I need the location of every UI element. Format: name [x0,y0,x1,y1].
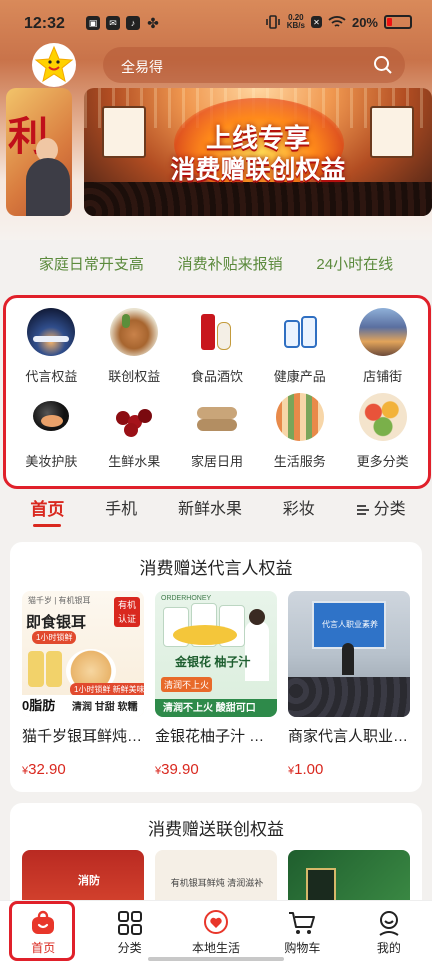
product-image: 猫千岁 | 有机银耳 有机 认证 即食银耳 1小时锁鲜 1小时锁鲜 新鲜美味 0脂… [22,591,144,717]
category-beauty[interactable]: 美妆护肤 [10,393,93,478]
more-categories-icon [358,393,407,441]
category-more[interactable]: 更多分类 [341,393,424,478]
nav-categories[interactable]: 分类 [86,901,172,964]
nav-profile[interactable]: 我的 [346,901,432,964]
category-tabs: 首页 手机 新鲜水果 彩妆 分类 [0,490,432,530]
category-panel: 代言权益 联创权益 食品酒饮 健康产品 店铺街 美妆护肤 生鲜水果 家居日用 生… [3,295,431,489]
feature-text: 家庭日常开支高 [38,255,144,273]
product-card[interactable]: ORDERHONEY 金银花 柚子汁 清润不上火 清润不上火 酸甜可口 金银花柚… [155,591,277,778]
home-indicator[interactable] [148,957,284,961]
tab-categories[interactable]: 分类 [356,493,406,527]
cart-icon [289,912,316,934]
product-name: 猫千岁银耳鲜炖即食… [22,728,144,745]
banner-subtitle: 消费赠联创权益 [170,156,346,184]
search-input[interactable]: 全易得 [121,57,163,77]
tab-phones[interactable]: 手机 [105,493,137,527]
liquor-bottle-icon [192,308,241,356]
nav-local-life[interactable]: 本地生活 [173,901,259,964]
food-bowl-icon [110,308,159,356]
tab-home[interactable]: 首页 [30,493,64,527]
towels-icon [192,393,241,441]
star-logo-icon [34,45,74,83]
cosmetic-compact-icon [27,393,76,441]
endorser-section: 消费赠送代言人权益 猫千岁 | 有机银耳 有机 认证 即食银耳 1小时锁鲜 1小时… [10,542,422,792]
supplement-bottles-icon [275,308,324,356]
tab-fresh-fruit[interactable]: 新鲜水果 [178,493,242,527]
feature-text: 24小时在线 [316,255,394,273]
mail-icon: ✉ [106,16,120,30]
heart-pin-icon [204,910,229,934]
category-food-drinks[interactable]: 食品酒饮 [176,308,259,393]
status-time: 12:32 [24,15,65,32]
city-night-icon [27,308,76,356]
product-price: ¥1.00 [288,761,324,778]
search-icon[interactable] [373,55,393,75]
cherries-icon [110,393,159,441]
product-card[interactable]: 猫千岁 | 有机银耳 有机 认证 即食银耳 1小时锁鲜 1小时锁鲜 新鲜美味 0脂… [22,591,144,778]
profile-icon [379,911,399,936]
search-bar[interactable]: 全易得 [103,47,405,83]
clover-icon: ✤ [147,14,159,31]
tiktok-icon: ♪ [126,16,140,30]
product-price: ¥39.90 [155,761,199,778]
category-shop-street[interactable]: 店铺街 [341,308,424,393]
no-sim-icon: ✕ [310,16,322,28]
product-name: 商家代言人职业素养… [288,728,410,745]
app-logo[interactable] [32,43,76,87]
product-name: 金银花柚子汁 … [155,728,265,745]
notification-icons: ▣ ✉ ♪ ✤ [86,14,160,31]
feature-strip: 家庭日常开支高 消费补贴来报销 24小时在线 [0,240,432,286]
gallery-icon: ▣ [86,16,100,30]
feature-text: 消费补贴来报销 [177,255,283,273]
shop-street-icon [358,308,407,356]
product-price: ¥32.90 [22,761,66,778]
category-lianchuang[interactable]: 联创权益 [93,308,176,393]
promo-banner[interactable]: 上线专享 消费赠联创权益 [84,88,432,216]
wifi-icon [328,16,346,27]
menu-icon [356,505,369,515]
category-home-goods[interactable]: 家居日用 [176,393,259,478]
status-bar: 12:32 ▣ ✉ ♪ ✤ 0.20 KB/s ✕ 20% [0,0,432,46]
home-highlight-frame [9,901,75,961]
vibrate-icon [265,15,280,29]
supermarket-icon [275,393,324,441]
section-title: 消费赠送代言人权益 [139,559,293,578]
product-card[interactable]: 代言人职业素养 商家代言人职业素养… ¥1.00 [288,591,410,778]
system-status: 0.20 KB/s ✕ 20% [265,14,412,30]
category-daiyan[interactable]: 代言权益 [10,308,93,393]
crowd-graphic [84,182,432,216]
product-image: ORDERHONEY 金银花 柚子汁 清润不上火 清润不上火 酸甜可口 [155,591,277,717]
tab-makeup[interactable]: 彩妆 [283,493,315,527]
net-speed: 0.20 KB/s [286,13,305,30]
grid-icon [117,911,142,935]
section-title: 消费赠送联创权益 [148,820,284,839]
banner-previous-slide[interactable]: 利 [6,88,72,216]
category-health[interactable]: 健康产品 [258,308,341,393]
partner-section: 消费赠送联创权益 消防 有机银耳鲜炖 清润滋补 [10,803,422,913]
category-life-services[interactable]: 生活服务 [258,393,341,478]
product-image: 代言人职业素养 [288,591,410,717]
battery-icon [384,15,412,29]
category-fresh-fruit[interactable]: 生鲜水果 [93,393,176,478]
battery-text: 20% [351,14,378,30]
nav-cart[interactable]: 购物车 [259,901,345,964]
